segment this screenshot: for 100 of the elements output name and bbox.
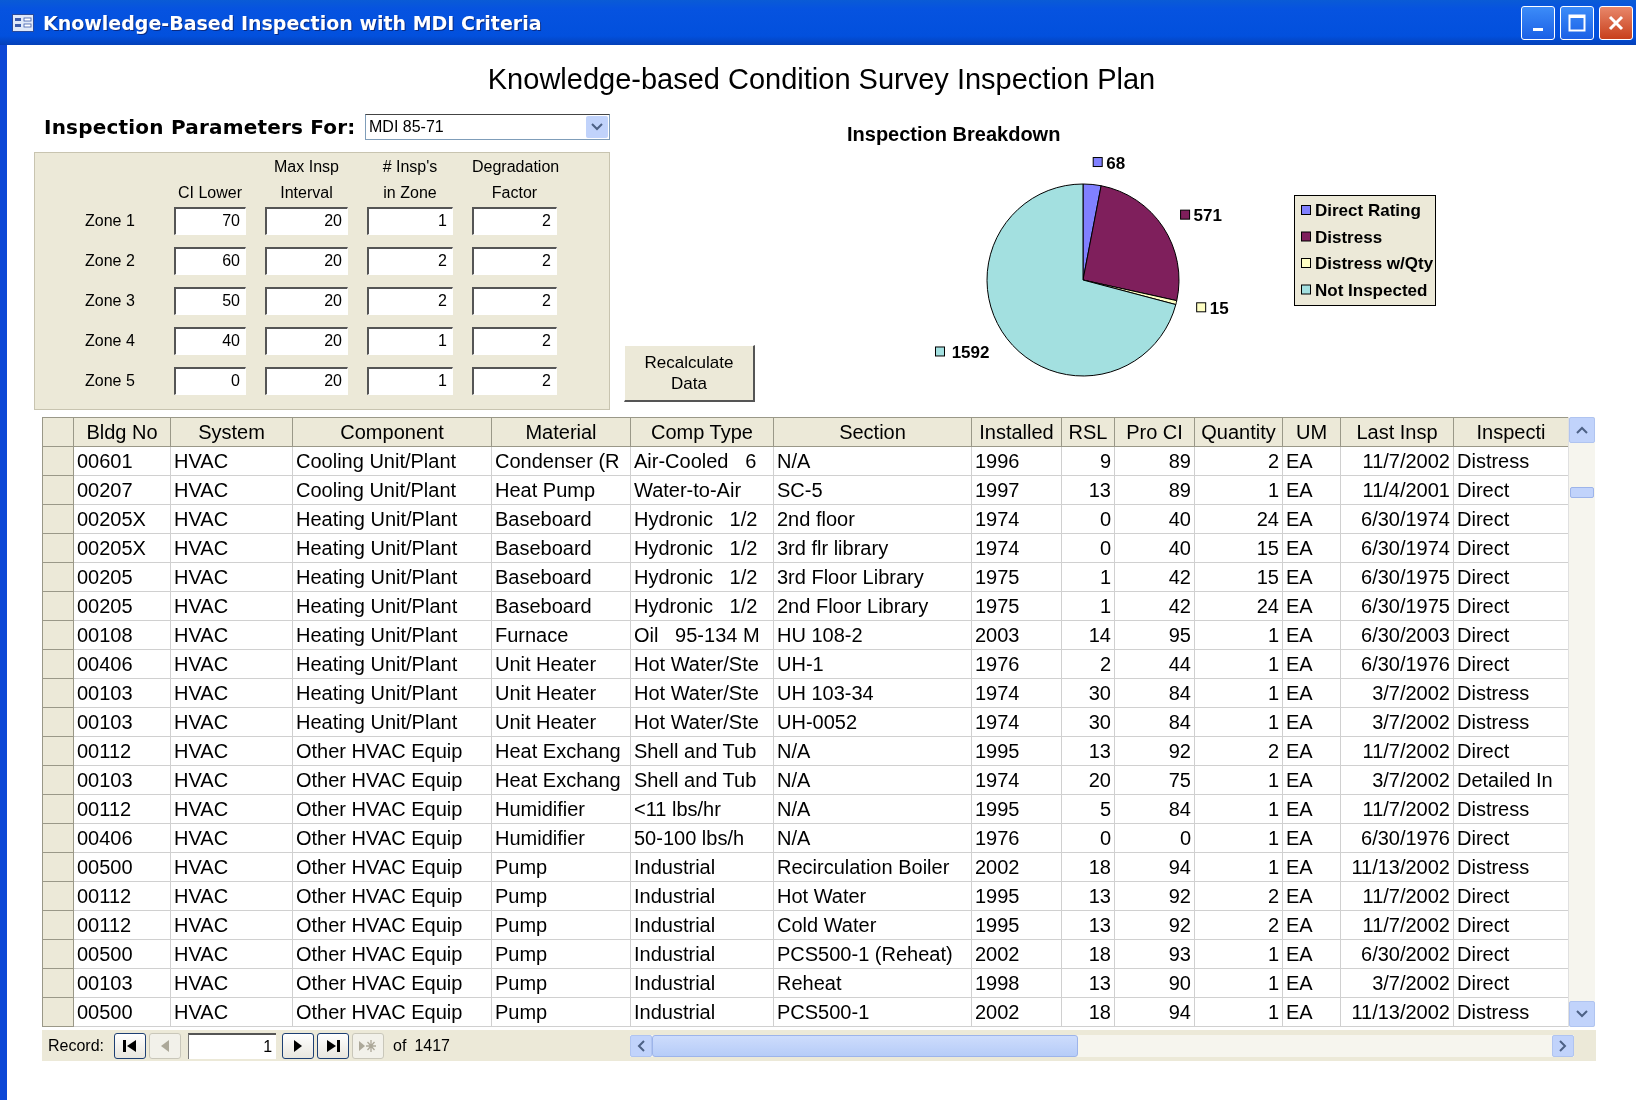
column-header[interactable]: Quantity [1194,417,1283,447]
input-field[interactable]: 20 [265,247,348,276]
legend-swatch [1301,231,1311,242]
table-cell: Condenser (R [491,446,631,476]
column-header[interactable]: Material [491,417,631,447]
column-header[interactable]: Section [773,417,972,447]
input-field[interactable]: 2 [472,287,557,316]
input-field[interactable]: 20 [265,287,348,316]
row-selector[interactable] [42,649,74,679]
input-field[interactable]: 2 [472,207,557,236]
column-header[interactable]: Inspecti [1453,417,1568,447]
zone-label: Zone 2 [84,252,136,271]
input-field[interactable]: 1 [367,367,453,396]
row-selector[interactable] [42,968,74,998]
first-record-button[interactable] [114,1032,147,1059]
table-cell: 15 [1194,562,1283,592]
input-field[interactable]: 2 [472,327,557,356]
column-header[interactable]: Component [292,417,492,447]
table-cell: N/A [773,823,972,853]
input-field[interactable]: 2 [472,367,557,396]
row-selector[interactable] [42,591,74,621]
scroll-down-button[interactable] [1569,1001,1595,1027]
column-header[interactable]: Last Insp [1340,417,1454,447]
record-number-field[interactable]: 1 [188,1032,277,1059]
table-cell: EA [1282,823,1341,853]
table-cell: EA [1282,678,1341,708]
input-field[interactable]: 70 [174,207,246,236]
row-selector[interactable] [42,533,74,563]
table-cell: Other HVAC Equip [292,881,492,911]
column-header[interactable]: RSL [1061,417,1115,447]
scroll-thumb[interactable] [1570,487,1594,498]
column-header[interactable]: UM [1282,417,1341,447]
last-record-button[interactable] [317,1032,350,1059]
row-selector[interactable] [42,910,74,940]
select-all-button[interactable] [42,417,74,447]
input-field[interactable]: 20 [265,207,348,236]
row-selector[interactable] [42,678,74,708]
minimize-button[interactable] [1521,5,1555,40]
row-selector[interactable] [42,504,74,534]
table-cell: 94 [1114,852,1195,882]
row-selector[interactable] [42,707,74,737]
row-selector[interactable] [42,446,74,476]
next-record-button[interactable] [282,1032,315,1059]
table-cell: EA [1282,446,1341,476]
row-selector[interactable] [42,620,74,650]
input-field[interactable]: 1 [367,207,453,236]
row-selector[interactable] [42,881,74,911]
row-selector[interactable] [42,794,74,824]
table-cell: 0 [1061,533,1115,563]
table-cell: 6/30/1976 [1340,823,1454,853]
scroll-left-button[interactable] [629,1034,652,1057]
row-selector[interactable] [42,997,74,1027]
column-header[interactable]: Bldg No [73,417,171,447]
maximize-button[interactable] [1560,5,1594,40]
input-field[interactable]: 1 [367,327,453,356]
column-header[interactable]: Installed [971,417,1062,447]
close-button[interactable] [1599,5,1633,40]
input-field[interactable]: 50 [174,287,246,316]
column-header[interactable]: Pro CI [1114,417,1195,447]
table-cell: HVAC [170,910,293,940]
table-cell: 00103 [73,707,171,737]
vertical-scrollbar[interactable] [1568,417,1595,1027]
table-cell: 00112 [73,910,171,940]
dropdown-button[interactable] [586,115,608,138]
row-selector[interactable] [42,823,74,853]
input-field[interactable]: 20 [265,367,348,396]
table-cell: 1 [1194,475,1283,505]
table-cell: Water-to-Air [630,475,774,505]
scroll-up-button[interactable] [1569,417,1595,443]
row-selector[interactable] [42,736,74,766]
input-field[interactable]: 2 [367,247,453,276]
row-selector[interactable] [42,939,74,969]
row-selector[interactable] [42,852,74,882]
input-field[interactable]: 20 [265,327,348,356]
data-label: 1592 [951,343,990,362]
table-cell: Heat Exchang [491,736,631,766]
column-header[interactable]: System [170,417,293,447]
table-cell: HU 108-2 [773,620,972,650]
row-selector[interactable] [42,475,74,505]
table-cell: 11/13/2002 [1340,997,1454,1027]
table-cell: 9 [1061,446,1115,476]
table-cell: Other HVAC Equip [292,736,492,766]
input-field[interactable]: 60 [174,247,246,276]
horizontal-scrollbar[interactable] [629,1034,1574,1057]
table-cell: EA [1282,939,1341,969]
dropdown-field[interactable]: MDI 85-71 [365,113,610,140]
input-field[interactable]: 2 [367,287,453,316]
table-cell: 00205X [73,504,171,534]
row-selector[interactable] [42,765,74,795]
input-field[interactable]: 0 [174,367,246,396]
recalculate-button[interactable]: Recalculate Data [624,345,755,402]
table-cell: HVAC [170,881,293,911]
input-field[interactable]: 2 [472,247,557,276]
scroll-right-button[interactable] [1551,1034,1574,1057]
row-selector[interactable] [42,562,74,592]
table-cell: 2002 [971,939,1062,969]
scroll-thumb[interactable] [651,1034,1078,1057]
column-header[interactable]: Comp Type [630,417,774,447]
column-header: CI Lower [177,183,243,204]
input-field[interactable]: 40 [174,327,246,356]
